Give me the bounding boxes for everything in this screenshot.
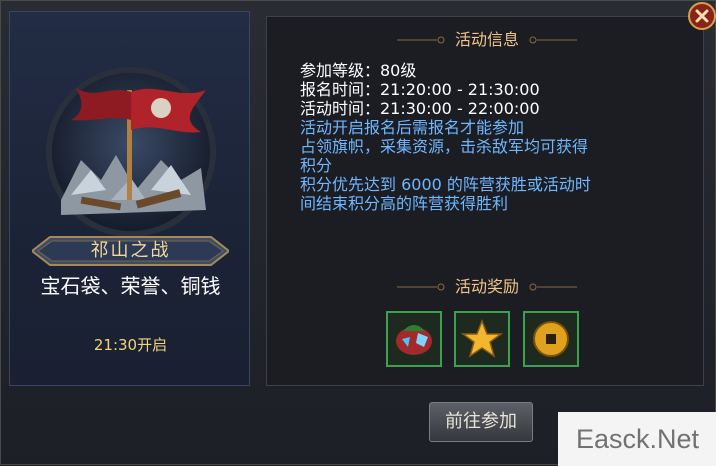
info-line: 参加等级：80级	[300, 61, 417, 80]
watermark: Easck.Net	[558, 412, 716, 466]
info-line: 积分优先达到 6000 的阵营获胜或活动时	[300, 175, 591, 194]
info-line: 间结束积分高的阵营获得胜利	[300, 194, 509, 213]
info-line: 报名时间：21:20:00 - 21:30:00	[300, 80, 540, 99]
info-panel: 活动信息 参加等级：80级 报名时间：21:20:00 - 21:30:00 活…	[266, 16, 704, 386]
star-honor-icon	[460, 318, 504, 358]
event-dialog: 祁山之战 宝石袋、荣誉、铜钱 21:30开启 活动信息 参加等级：80级 报名时…	[0, 0, 716, 466]
close-icon[interactable]	[687, 1, 716, 31]
event-start-time: 21:30开启	[93, 336, 168, 354]
reward-section-title: 活动奖励	[454, 277, 519, 296]
info-line: 占领旗帜，采集资源，击杀敌军均可获得	[300, 137, 589, 156]
info-section-header: 活动信息	[397, 29, 577, 51]
gem-bag-icon	[396, 325, 432, 355]
copper-coin-icon	[533, 321, 569, 357]
join-button[interactable]: 前往参加	[429, 402, 533, 442]
battle-emblem-icon	[46, 67, 216, 237]
info-line: 活动时间：21:30:00 - 22:00:00	[300, 99, 540, 118]
reward-slot-gem-bag[interactable]	[386, 311, 442, 367]
info-section-title: 活动信息	[454, 30, 519, 49]
event-info-text: 参加等级：80级 报名时间：21:20:00 - 21:30:00 活动时间：2…	[300, 61, 700, 213]
event-name-plate: 祁山之战	[32, 234, 229, 268]
info-line: 积分	[300, 156, 333, 175]
event-rewards-summary: 宝石袋、荣誉、铜钱	[40, 274, 221, 298]
info-line: 活动开启报名后需报名才能参加	[300, 118, 525, 137]
event-name: 祁山之战	[90, 240, 171, 261]
reward-section-header: 活动奖励	[397, 276, 577, 298]
reward-slot-honor[interactable]	[454, 311, 510, 367]
event-card: 祁山之战 宝石袋、荣誉、铜钱 21:30开启	[9, 11, 250, 386]
reward-slot-copper[interactable]	[523, 311, 579, 367]
